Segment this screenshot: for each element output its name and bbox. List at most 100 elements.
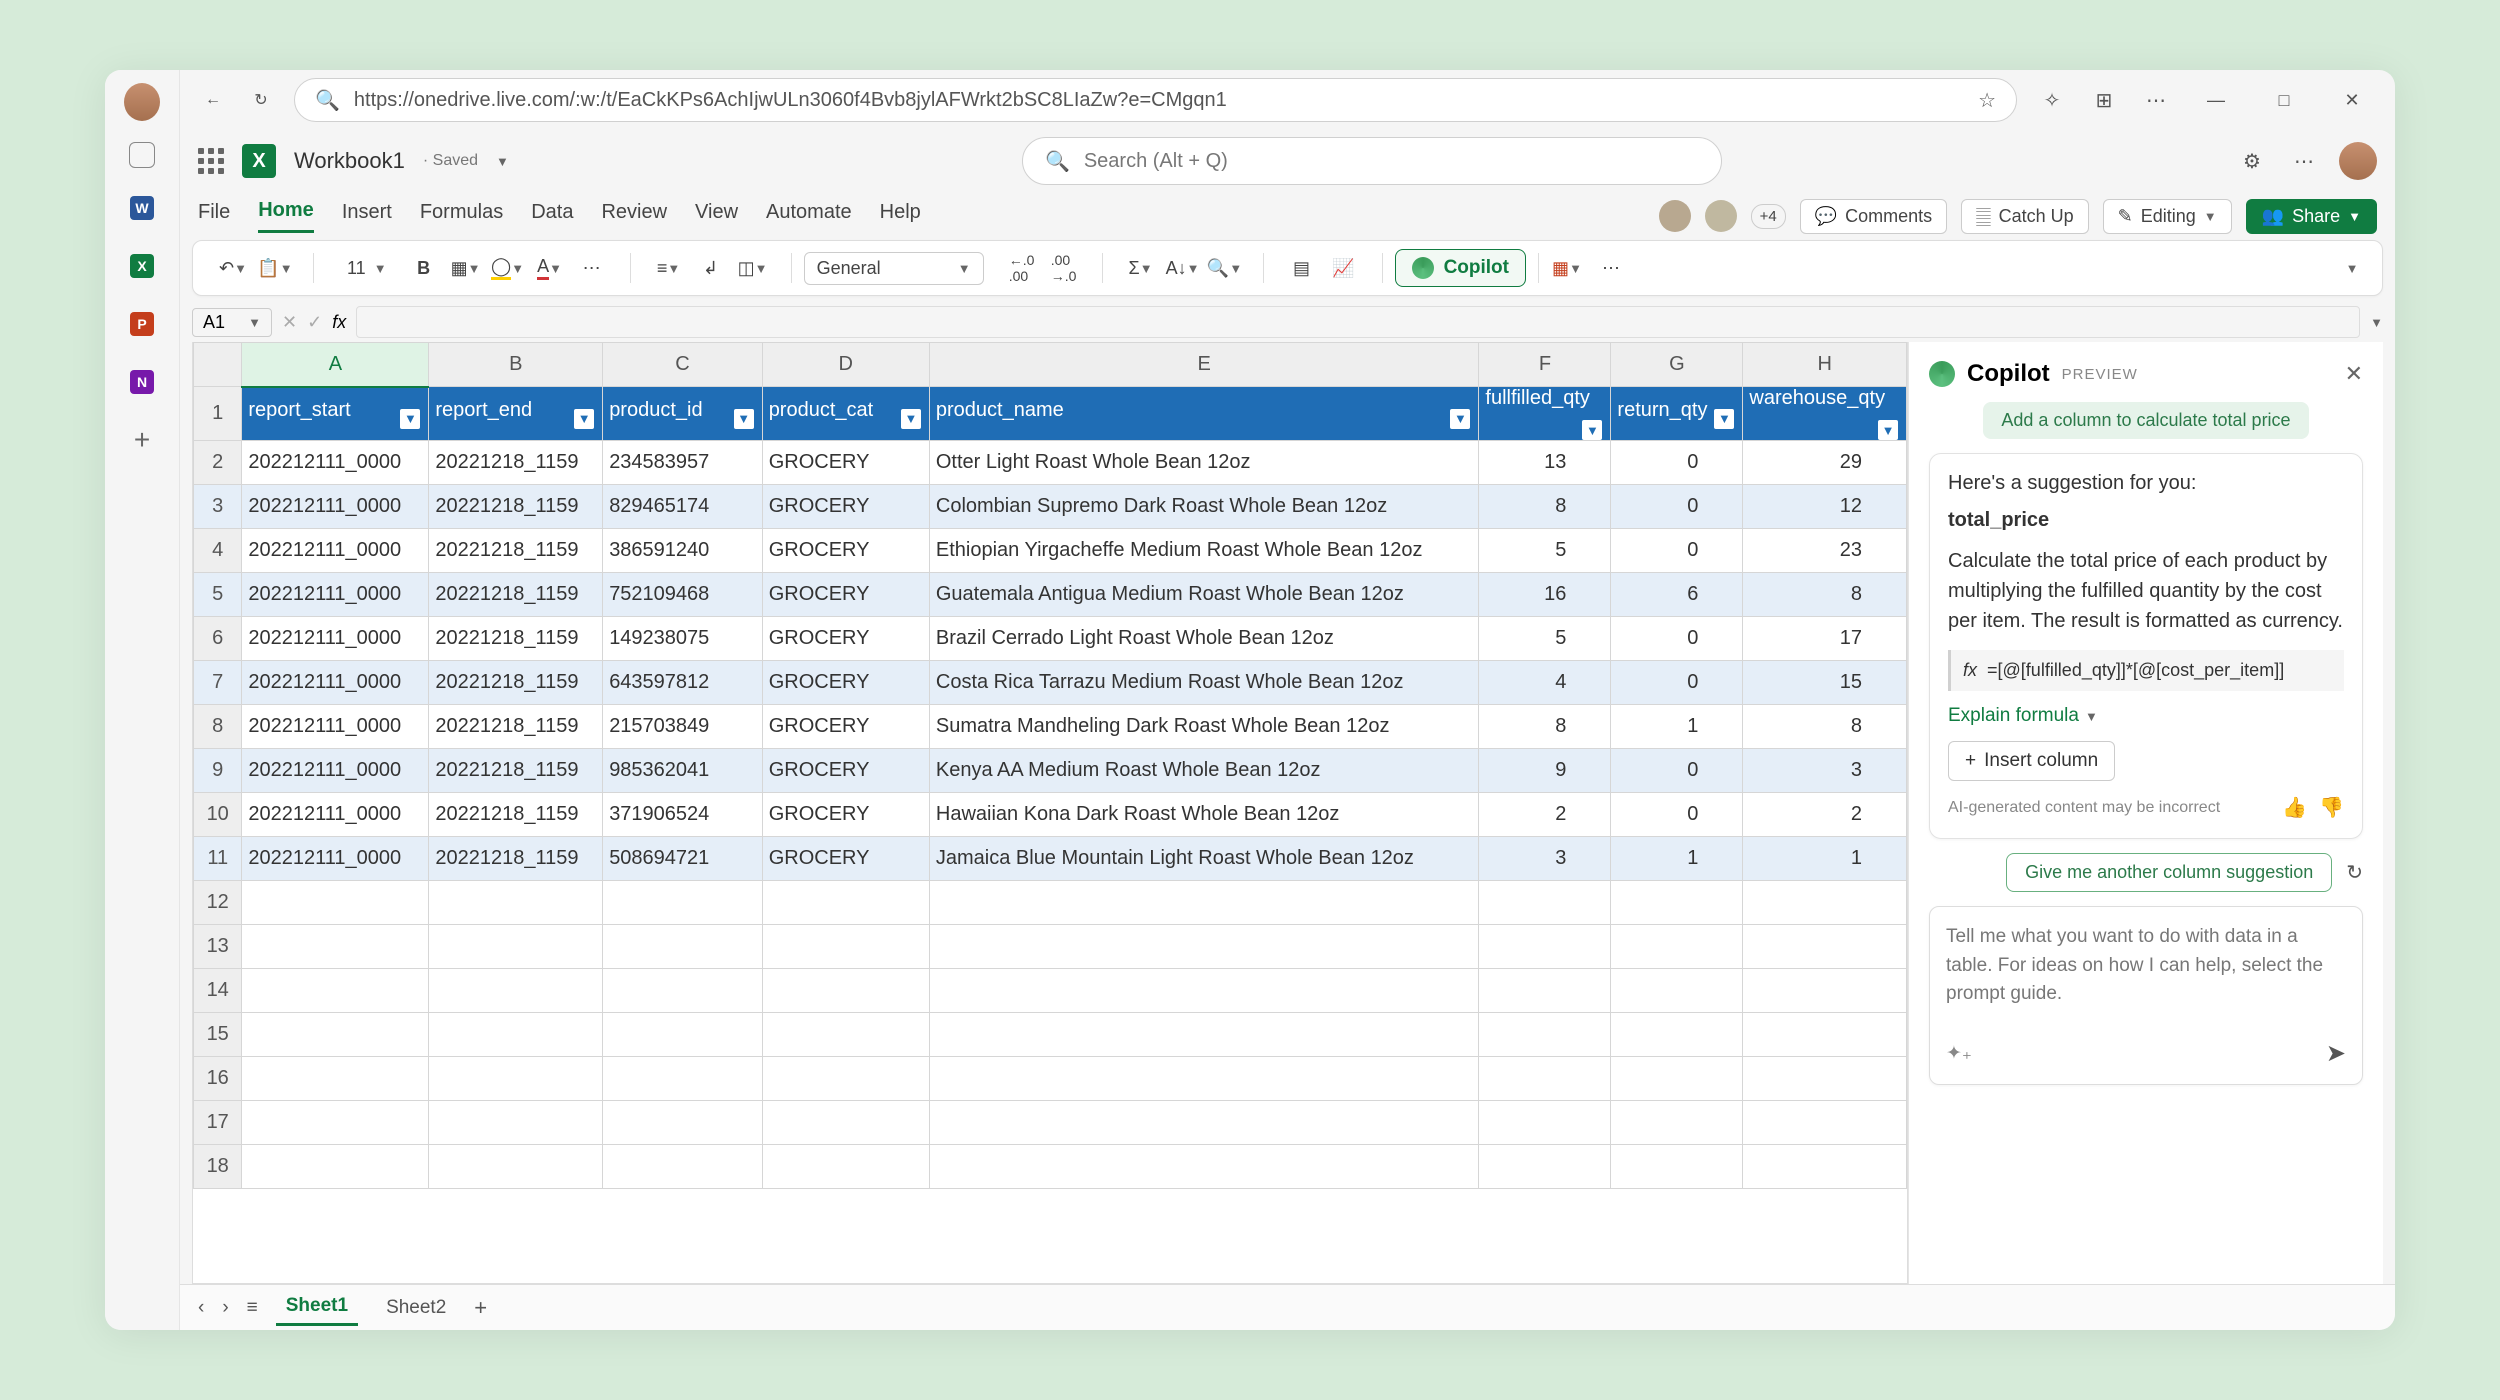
- cell[interactable]: [929, 1057, 1479, 1101]
- cell[interactable]: [1743, 1013, 1907, 1057]
- formula-input[interactable]: [356, 306, 2360, 338]
- add-app-icon[interactable]: +: [124, 422, 160, 458]
- tab-home[interactable]: Home: [258, 199, 314, 233]
- cell[interactable]: 2: [1743, 793, 1907, 837]
- cell[interactable]: 371906524: [603, 793, 763, 837]
- cell[interactable]: [929, 925, 1479, 969]
- tab-automate[interactable]: Automate: [766, 201, 852, 232]
- cell[interactable]: [603, 1057, 763, 1101]
- cell[interactable]: 20221218_1159: [429, 793, 603, 837]
- cell[interactable]: 0: [1611, 661, 1743, 705]
- presence-count[interactable]: +4: [1751, 204, 1786, 229]
- column-header[interactable]: A: [242, 343, 429, 387]
- cell[interactable]: [1611, 881, 1743, 925]
- tab-help[interactable]: Help: [880, 201, 921, 232]
- cell[interactable]: GROCERY: [762, 617, 929, 661]
- presence-avatar[interactable]: [1705, 200, 1737, 232]
- analyze-icon[interactable]: 📈: [1328, 252, 1360, 284]
- font-color-icon[interactable]: A▼: [534, 252, 566, 284]
- tab-icon[interactable]: [129, 142, 155, 168]
- autosum-icon[interactable]: Σ▼: [1125, 252, 1157, 284]
- cell[interactable]: [762, 1101, 929, 1145]
- toolbar-more-icon[interactable]: ⋯: [1595, 252, 1627, 284]
- profile-avatar[interactable]: [124, 84, 160, 120]
- favorite-icon[interactable]: ☆: [1978, 88, 1996, 113]
- collapse-ribbon-icon[interactable]: ▼: [2336, 252, 2368, 284]
- cell[interactable]: 20221218_1159: [429, 573, 603, 617]
- tab-insert[interactable]: Insert: [342, 201, 392, 232]
- name-box[interactable]: A1▼: [192, 308, 272, 337]
- cell[interactable]: [603, 881, 763, 925]
- column-header[interactable]: B: [429, 343, 603, 387]
- cell[interactable]: [1743, 925, 1907, 969]
- cell[interactable]: 5: [1479, 617, 1611, 661]
- row-header[interactable]: 16: [194, 1057, 242, 1101]
- excel-app-icon[interactable]: X: [124, 248, 160, 284]
- cell[interactable]: GROCERY: [762, 749, 929, 793]
- cell[interactable]: [429, 969, 603, 1013]
- cell[interactable]: 202212111_0000: [242, 837, 429, 881]
- row-header[interactable]: 3: [194, 485, 242, 529]
- cell[interactable]: 4: [1479, 661, 1611, 705]
- cell[interactable]: 20221218_1159: [429, 485, 603, 529]
- send-icon[interactable]: ➤: [2326, 1039, 2346, 1068]
- cell[interactable]: Otter Light Roast Whole Bean 12oz: [929, 441, 1479, 485]
- cell[interactable]: [1611, 969, 1743, 1013]
- cell[interactable]: [1479, 969, 1611, 1013]
- close-pane-icon[interactable]: ✕: [2345, 361, 2363, 387]
- cell[interactable]: 6: [1611, 573, 1743, 617]
- tab-formulas[interactable]: Formulas: [420, 201, 503, 232]
- cell[interactable]: 2: [1479, 793, 1611, 837]
- cell[interactable]: 8: [1743, 705, 1907, 749]
- column-header[interactable]: G: [1611, 343, 1743, 387]
- cell[interactable]: [1611, 1013, 1743, 1057]
- settings-icon[interactable]: ⚙: [2235, 144, 2269, 178]
- table-header-cell[interactable]: report_end▼: [429, 387, 603, 441]
- close-icon[interactable]: ✕: [2327, 75, 2377, 125]
- cell[interactable]: 149238075: [603, 617, 763, 661]
- cell[interactable]: 8: [1479, 485, 1611, 529]
- cell[interactable]: Guatemala Antigua Medium Roast Whole Bea…: [929, 573, 1479, 617]
- cell[interactable]: Kenya AA Medium Roast Whole Bean 12oz: [929, 749, 1479, 793]
- cell[interactable]: [429, 925, 603, 969]
- cell[interactable]: [1743, 1057, 1907, 1101]
- table-header-cell[interactable]: return_qty▼: [1611, 387, 1743, 441]
- cell[interactable]: 0: [1611, 749, 1743, 793]
- cell[interactable]: [242, 1013, 429, 1057]
- cell[interactable]: 20221218_1159: [429, 529, 603, 573]
- cell[interactable]: 9: [1479, 749, 1611, 793]
- cell[interactable]: 202212111_0000: [242, 617, 429, 661]
- cell[interactable]: [929, 1101, 1479, 1145]
- cell[interactable]: 202212111_0000: [242, 661, 429, 705]
- filter-dropdown-icon[interactable]: ▼: [574, 409, 594, 429]
- cell[interactable]: 20221218_1159: [429, 705, 603, 749]
- borders-icon[interactable]: ▦▼: [450, 252, 482, 284]
- copilot-button[interactable]: Copilot: [1395, 249, 1526, 287]
- cell[interactable]: GROCERY: [762, 793, 929, 837]
- cell[interactable]: 0: [1611, 485, 1743, 529]
- row-header[interactable]: 18: [194, 1145, 242, 1189]
- cell[interactable]: 13: [1479, 441, 1611, 485]
- cell[interactable]: Sumatra Mandheling Dark Roast Whole Bean…: [929, 705, 1479, 749]
- filter-dropdown-icon[interactable]: ▼: [1714, 409, 1734, 429]
- cell[interactable]: 202212111_0000: [242, 573, 429, 617]
- doc-menu-chevron-icon[interactable]: ▼: [496, 154, 509, 169]
- cell[interactable]: Jamaica Blue Mountain Light Roast Whole …: [929, 837, 1479, 881]
- all-sheets-icon[interactable]: ≡: [247, 1297, 258, 1319]
- fill-color-icon[interactable]: ◯▼: [492, 252, 524, 284]
- table-header-cell[interactable]: product_id▼: [603, 387, 763, 441]
- cell[interactable]: 202212111_0000: [242, 749, 429, 793]
- cell[interactable]: [929, 1145, 1479, 1189]
- cell[interactable]: [762, 881, 929, 925]
- minimize-icon[interactable]: —: [2191, 75, 2241, 125]
- find-icon[interactable]: 🔍▼: [1209, 252, 1241, 284]
- table-header-cell[interactable]: fullfilled_qty▼: [1479, 387, 1611, 441]
- cell[interactable]: 234583957: [603, 441, 763, 485]
- row-header[interactable]: 12: [194, 881, 242, 925]
- cell[interactable]: [762, 969, 929, 1013]
- cell[interactable]: [242, 1057, 429, 1101]
- fx-icon[interactable]: fx: [332, 312, 346, 333]
- cell[interactable]: [1743, 969, 1907, 1013]
- cell[interactable]: GROCERY: [762, 705, 929, 749]
- cell[interactable]: 0: [1611, 441, 1743, 485]
